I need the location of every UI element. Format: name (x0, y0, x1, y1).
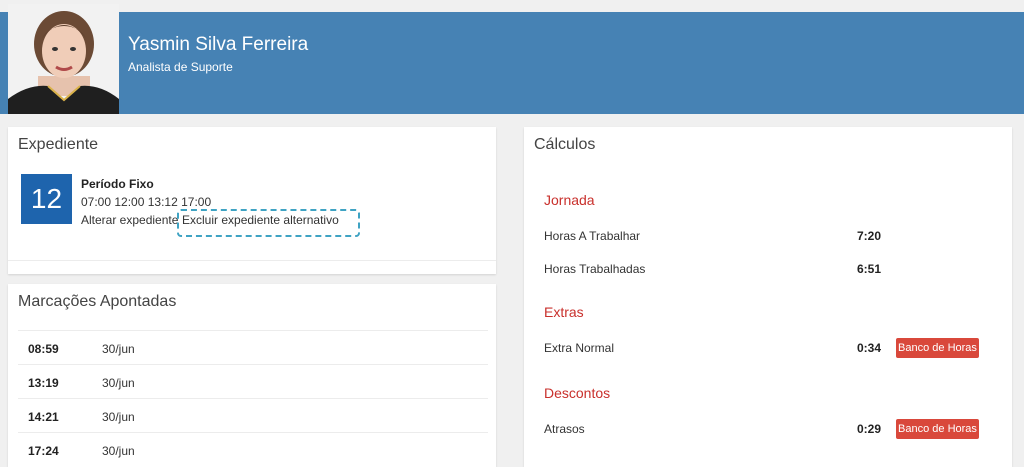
marcacoes-title: Marcações Apontadas (18, 293, 177, 310)
calculos-card: Cálculos Jornada Horas A Trabalhar 7:20 … (524, 127, 1012, 467)
calc-label: Atrasos (544, 422, 585, 436)
expediente-title: Expediente (18, 136, 99, 153)
jornada-section-title: Jornada (544, 192, 595, 208)
calc-value: 0:29 (857, 422, 882, 436)
table-row: 13:19 30/jun (18, 364, 488, 398)
marcacao-time: 17:24 (28, 444, 59, 458)
expediente-card: Expediente 12 Período Fixo 07:00 12:00 1… (8, 127, 496, 274)
marcacao-date: 30/jun (102, 376, 135, 390)
calc-value: 7:20 (857, 229, 882, 243)
calc-label: Horas A Trabalhar (544, 229, 641, 243)
user-photo (8, 4, 119, 114)
extras-section-title: Extras (544, 304, 584, 320)
table-row: 14:21 30/jun (18, 398, 488, 432)
table-row: 17:24 30/jun (18, 432, 488, 466)
user-name: Yasmin Silva Ferreira (128, 34, 309, 55)
marcacao-time: 08:59 (28, 342, 59, 356)
day-number-badge: 12 (21, 174, 72, 224)
marcacao-date: 30/jun (102, 410, 135, 424)
table-row: 08:59 30/jun (18, 330, 488, 364)
divider (8, 260, 496, 261)
periodo-times: 07:00 12:00 13:12 17:00 (81, 195, 212, 209)
calc-label: Extra Normal (544, 341, 615, 355)
avatar (8, 4, 119, 114)
periodo-title: Período Fixo (81, 177, 154, 191)
excluir-expediente-link[interactable]: Excluir expediente alternativo (177, 209, 360, 237)
calculos-title: Cálculos (534, 136, 596, 153)
alterar-expediente-link[interactable]: Alterar expediente (81, 213, 178, 227)
calc-label: Horas Trabalhadas (544, 262, 646, 276)
marcacao-date: 30/jun (102, 444, 135, 458)
calc-value: 6:51 (857, 262, 882, 276)
marcacao-date: 30/jun (102, 342, 135, 356)
user-role: Analista de Suporte (128, 60, 233, 74)
calc-value: 0:34 (857, 341, 882, 355)
marcacao-time: 14:21 (28, 410, 59, 424)
banco-de-horas-button[interactable]: Banco de Horas (896, 338, 979, 358)
descontos-section-title: Descontos (544, 385, 611, 401)
marcacao-time: 13:19 (28, 376, 59, 390)
profile-header: Yasmin Silva Ferreira Analista de Suport… (0, 12, 1024, 114)
marcacoes-card: Marcações Apontadas 08:59 30/jun 13:19 3… (8, 284, 496, 467)
banco-de-horas-button[interactable]: Banco de Horas (896, 419, 979, 439)
